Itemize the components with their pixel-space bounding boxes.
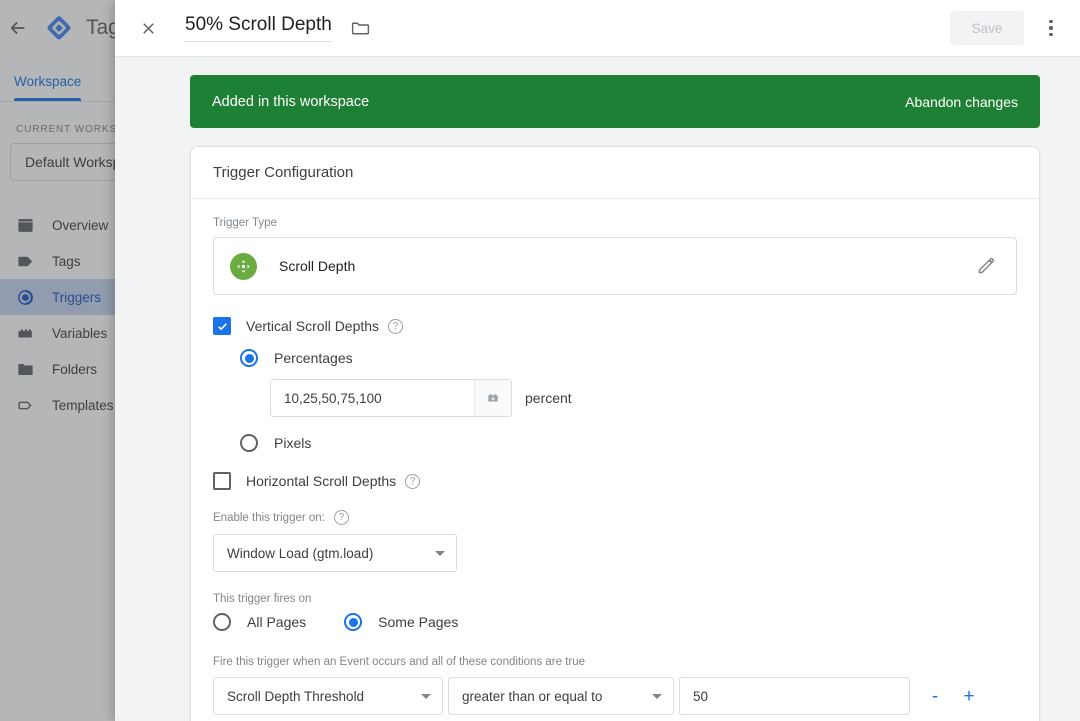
banner-message: Added in this workspace (212, 93, 370, 110)
more-vert-icon[interactable] (1034, 11, 1068, 45)
enable-on-label: Enable this trigger on: (213, 511, 325, 524)
gtm-trigger-editor-screen: Tag Workspace CURRENT WORKSPACE Default … (0, 0, 1080, 721)
all-pages-radio[interactable] (213, 613, 231, 631)
title-area: 50% Scroll Depth (185, 14, 374, 42)
pixels-radio[interactable] (240, 434, 258, 452)
folder-icon[interactable] (348, 15, 374, 41)
chevron-down-icon (421, 693, 431, 699)
trigger-type-name: Scroll Depth (279, 258, 356, 274)
percentages-input[interactable]: 10,25,50,75,100 (270, 379, 512, 417)
trigger-editor-overlay: 50% Scroll Depth Save Added in this work… (115, 0, 1080, 721)
vertical-scroll-depths-row[interactable]: Vertical Scroll Depths ? (213, 317, 1017, 335)
help-icon[interactable]: ? (405, 473, 421, 489)
enable-on-value: Window Load (gtm.load) (227, 545, 374, 561)
percent-unit-label: percent (525, 390, 572, 406)
trigger-name-input[interactable]: 50% Scroll Depth (185, 14, 332, 42)
trigger-type-box[interactable]: Scroll Depth (213, 237, 1017, 295)
percentages-value: 10,25,50,75,100 (284, 390, 382, 406)
close-icon[interactable] (133, 13, 163, 43)
percentages-input-row: 10,25,50,75,100 percent (270, 379, 1017, 417)
overlay-header: 50% Scroll Depth Save (115, 0, 1080, 56)
condition-variable-select[interactable]: Scroll Depth Threshold (213, 677, 443, 715)
pixels-row[interactable]: Pixels (240, 434, 1017, 452)
pixels-label: Pixels (274, 435, 312, 451)
chevron-down-icon (435, 550, 445, 556)
overlay-body: Added in this workspace Abandon changes … (115, 56, 1080, 721)
condition-value-input[interactable]: 50 (679, 677, 910, 715)
all-pages-label: All Pages (247, 614, 307, 630)
condition-operator-select[interactable]: greater than or equal to (448, 677, 674, 715)
trigger-type-label: Trigger Type (213, 217, 277, 229)
condition-value: 50 (693, 688, 709, 704)
some-pages-label: Some Pages (378, 614, 459, 630)
percentages-label: Percentages (274, 350, 353, 366)
conditions-note: Fire this trigger when an Event occurs a… (213, 656, 586, 668)
help-icon[interactable]: ? (333, 510, 349, 525)
remove-condition-button[interactable]: - (923, 687, 947, 706)
fires-on-radio-group: All Pages Some Pages (213, 613, 1017, 631)
trigger-configuration-card: Trigger Configuration Trigger Type Scrol… (190, 146, 1040, 721)
pencil-icon[interactable] (976, 255, 998, 277)
save-button[interactable]: Save (950, 11, 1024, 45)
help-icon[interactable]: ? (388, 318, 404, 334)
horizontal-scroll-depths-checkbox[interactable] (213, 472, 231, 490)
enable-on-select[interactable]: Window Load (gtm.load) (213, 534, 457, 572)
condition-operator-value: greater than or equal to (462, 688, 603, 704)
card-body: Trigger Type Scroll Depth Vertical Scrol… (191, 199, 1039, 721)
card-title: Trigger Configuration (191, 147, 1039, 199)
condition-row: Scroll Depth Threshold greater than or e… (213, 677, 1017, 715)
percentages-row[interactable]: Percentages (240, 349, 1017, 367)
vertical-scroll-depths-label: Vertical Scroll Depths (246, 318, 380, 334)
chevron-down-icon (652, 693, 662, 699)
variable-picker-icon[interactable] (474, 380, 511, 416)
horizontal-scroll-depths-label: Horizontal Scroll Depths (246, 473, 397, 489)
vertical-scroll-depths-checkbox[interactable] (213, 317, 231, 335)
workspace-banner: Added in this workspace Abandon changes (190, 75, 1040, 128)
some-pages-radio[interactable] (344, 613, 363, 631)
fires-on-label: This trigger fires on (213, 593, 312, 605)
percentages-radio[interactable] (240, 349, 258, 367)
scroll-depth-icon (230, 252, 257, 280)
abandon-changes-button[interactable]: Abandon changes (905, 94, 1018, 110)
condition-variable-value: Scroll Depth Threshold (227, 688, 365, 704)
horizontal-scroll-depths-row[interactable]: Horizontal Scroll Depths ? (213, 472, 1017, 490)
enable-on-label-row: Enable this trigger on: ? (213, 510, 1017, 525)
add-condition-button[interactable]: + (957, 687, 981, 706)
